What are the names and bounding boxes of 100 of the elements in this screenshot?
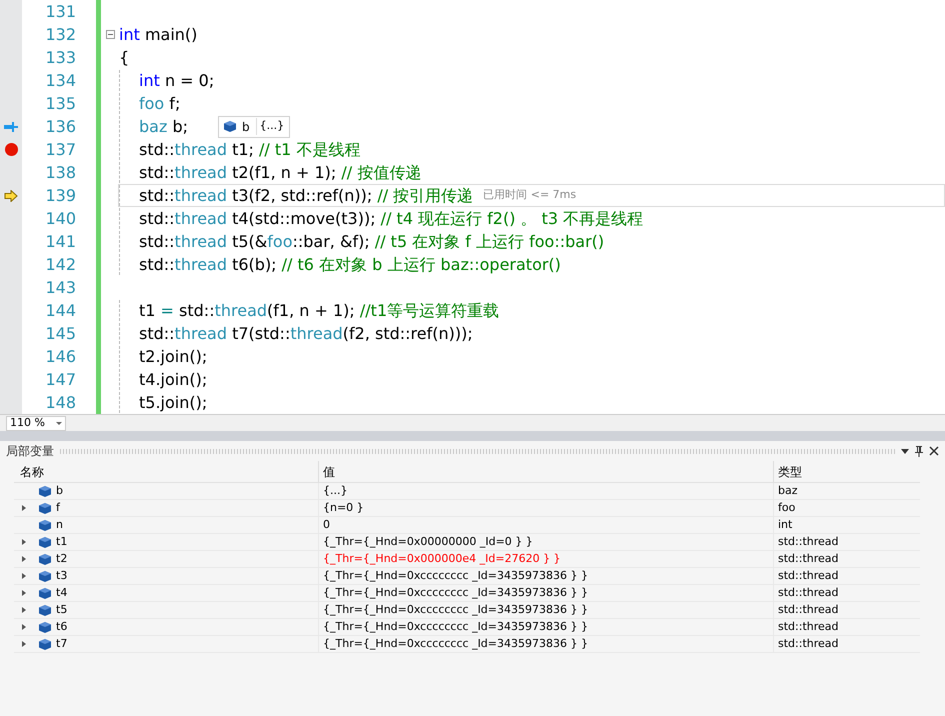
code-text: ::bar, &f); (292, 232, 371, 252)
variable-value: {n=0 } (323, 500, 364, 516)
code-text: thread (174, 186, 227, 206)
variable-name: t1 (56, 534, 68, 550)
code-text: thread (290, 324, 343, 344)
code-text: = (160, 300, 174, 320)
zoom-dropdown[interactable]: 110 % (6, 416, 66, 430)
code-text: t3(f2, std::ref(n)); (231, 186, 374, 206)
variable-name: n (56, 516, 63, 533)
close-icon[interactable] (929, 446, 939, 456)
variable-icon (39, 604, 51, 616)
code-text: thread (174, 140, 227, 160)
code-text: foo (267, 232, 292, 252)
variable-icon (39, 638, 51, 650)
code-text: t7(std:: (231, 324, 290, 344)
variable-icon (39, 622, 51, 632)
line-number: 148 (45, 392, 76, 412)
collapse-icon[interactable] (106, 30, 115, 39)
breakpoint-icon[interactable] (4, 143, 18, 156)
code-text: f; (168, 94, 180, 114)
column-header[interactable]: 名称 (14, 461, 319, 482)
variable-icon (39, 588, 51, 598)
perf-tip: 已用时间 <= 7ms (483, 187, 576, 204)
code-text: t6(b); (231, 254, 278, 274)
code-comment: // t6 在对象 b 上运行 baz::operator() (282, 254, 561, 274)
column-header[interactable]: 类型 (774, 461, 920, 482)
line-number: 139 (45, 186, 76, 206)
variable-type: std::thread (778, 636, 838, 652)
code-text: int (119, 24, 140, 44)
breakpoint-margin[interactable] (0, 0, 22, 414)
line-number: 140 (45, 208, 76, 228)
line-number: 143 (45, 278, 76, 298)
code-text: t1; (231, 140, 255, 160)
variable-value: {...} (323, 482, 348, 499)
variable-value: {_Thr={_Hnd=0xcccccccc _Id=3435973836 } } (323, 618, 588, 635)
code-text: t4(std::move(t3)); (231, 208, 377, 228)
code-text: b; (171, 116, 188, 136)
line-number: 142 (45, 254, 76, 274)
code-text: std:: (139, 162, 175, 182)
datatip-value: {...} (256, 118, 284, 135)
code-text: std:: (139, 232, 175, 252)
variable-icon (39, 570, 51, 582)
code-comment: // t1 不是线程 (259, 140, 360, 160)
variable-icon (39, 554, 51, 564)
variable-type: baz (778, 482, 798, 499)
variable-value: {_Thr={_Hnd=0xcccccccc _Id=3435973836 } } (323, 568, 588, 584)
variable-type: foo (778, 500, 796, 516)
line-number: 141 (45, 232, 76, 252)
code-text: thread (214, 300, 268, 320)
variable-type: std::thread (778, 602, 838, 618)
variable-name: t7 (56, 636, 68, 652)
variable-icon (39, 502, 51, 514)
variable-type: std::thread (778, 618, 838, 635)
variable-value: {_Thr={_Hnd=0x00000000 _Id=0 } } (323, 534, 533, 550)
variable-name: t2 (56, 550, 68, 567)
code-comment: // 按引用传递 (377, 186, 474, 206)
code-text: thread (174, 208, 227, 228)
code-text: baz (139, 116, 168, 136)
code-text: (f2, std::ref(n))); (342, 324, 473, 344)
expand-icon[interactable] (22, 607, 26, 613)
variable-icon (39, 486, 51, 496)
code-text: t1 (139, 300, 156, 320)
line-number: 134 (45, 70, 76, 90)
variable-type: std::thread (778, 584, 838, 601)
variable-value: {_Thr={_Hnd=0xcccccccc _Id=3435973836 } } (323, 584, 588, 601)
variable-name: t3 (56, 568, 68, 584)
code-comment: // 按值传递 (341, 162, 422, 182)
code-text: (f1, n + 1); (267, 300, 356, 320)
code-text: int (139, 70, 160, 90)
pin-icon[interactable] (915, 446, 923, 456)
code-comment: // t4 现在运行 f2() 。 t3 不再是线程 (380, 208, 644, 228)
line-number: 133 (45, 48, 76, 68)
code-text: std:: (178, 300, 215, 320)
code-text: std:: (139, 140, 175, 160)
expand-icon[interactable] (22, 539, 26, 545)
expand-icon[interactable] (22, 590, 26, 596)
line-number: 131 (45, 2, 76, 22)
expand-icon[interactable] (22, 556, 26, 562)
variable-value: {_Thr={_Hnd=0x000000e4 _Id=27620 } } (323, 550, 561, 567)
code-text: n = 0; (164, 70, 214, 90)
code-text: main() (144, 24, 198, 44)
line-number: 145 (45, 324, 76, 344)
variable-name: b (56, 482, 63, 499)
expand-icon[interactable] (22, 624, 26, 630)
line-number: 138 (45, 162, 76, 182)
expand-icon[interactable] (22, 641, 26, 647)
column-header[interactable]: 值 (319, 461, 774, 482)
expand-icon[interactable] (22, 505, 26, 511)
code-text: { (119, 48, 130, 68)
dropdown-icon[interactable] (901, 448, 909, 454)
variable-value: {_Thr={_Hnd=0xcccccccc _Id=3435973836 } } (323, 602, 588, 618)
line-number: 132 (45, 24, 76, 44)
code-text: thread (174, 254, 227, 274)
code-comment: //t1等号运算符重载 (360, 300, 500, 320)
variable-name: t4 (56, 584, 68, 601)
variable-icon (39, 520, 51, 530)
variable-value: {_Thr={_Hnd=0xcccccccc _Id=3435973836 } } (323, 636, 588, 652)
variable-type: std::thread (778, 534, 838, 550)
expand-icon[interactable] (22, 573, 26, 579)
code-text: std:: (139, 208, 175, 228)
